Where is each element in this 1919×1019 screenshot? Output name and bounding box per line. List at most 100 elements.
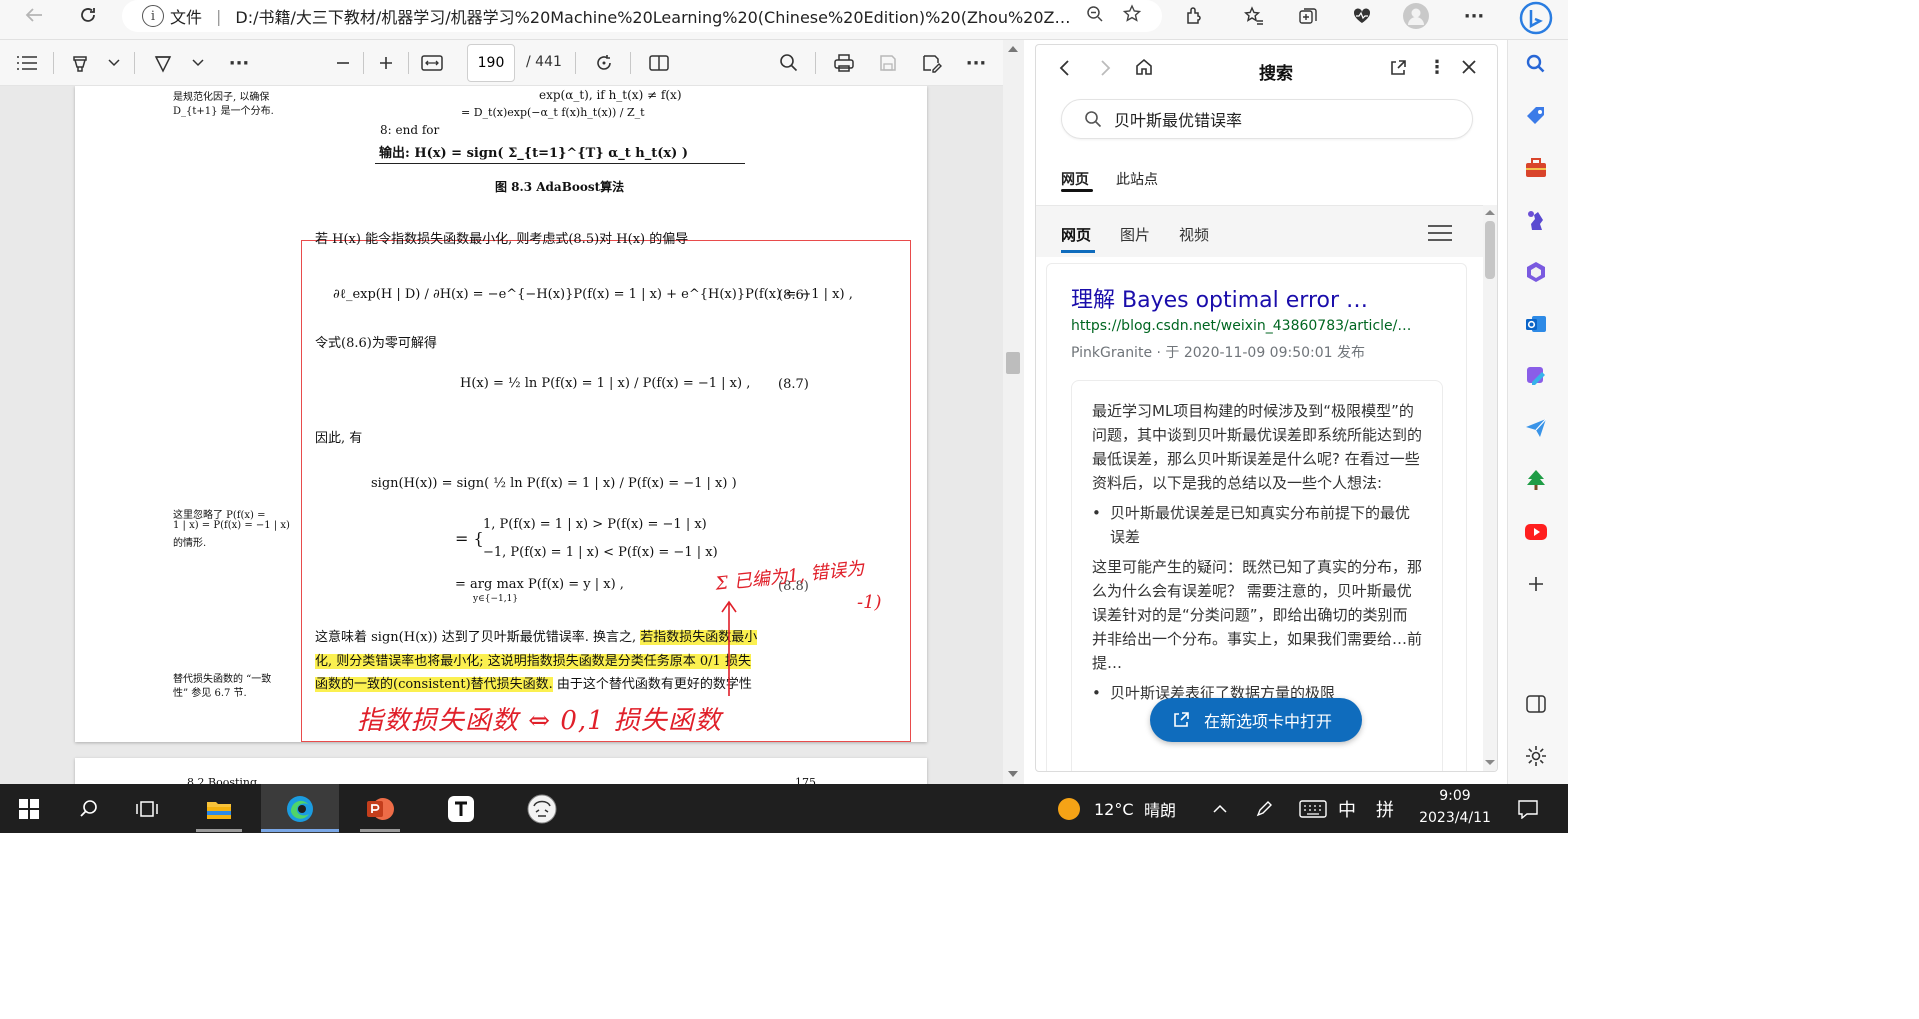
touch-keyboard-icon[interactable] bbox=[1296, 792, 1330, 826]
typora-icon[interactable] bbox=[442, 792, 480, 826]
ink-annotation[interactable]: 指数损失函数 ⇔ 0,1 损失函数 bbox=[357, 700, 722, 737]
powerpoint-icon[interactable] bbox=[360, 792, 400, 826]
tab-active-underline bbox=[1061, 250, 1095, 253]
favorite-add-icon[interactable] bbox=[1122, 4, 1142, 28]
highlighted-text[interactable]: 若指数损失函数最小 bbox=[640, 630, 758, 645]
panel-back-icon[interactable] bbox=[1058, 59, 1072, 81]
save-disabled-icon[interactable] bbox=[874, 50, 902, 76]
zoom-out-minus-icon[interactable] bbox=[330, 50, 356, 76]
search-input[interactable]: 贝叶斯最优错误率 bbox=[1061, 99, 1473, 139]
file-explorer-icon[interactable] bbox=[196, 792, 242, 826]
panel-close-icon[interactable] bbox=[1460, 58, 1478, 80]
find-search-icon[interactable] bbox=[776, 50, 802, 76]
fit-to-page-icon[interactable] bbox=[418, 50, 446, 76]
sidebar-designer-icon[interactable] bbox=[1522, 362, 1550, 390]
sidebar-youtube-icon[interactable] bbox=[1522, 518, 1550, 546]
sidebar-games-icon[interactable] bbox=[1522, 206, 1550, 234]
rotate-icon[interactable] bbox=[591, 50, 617, 76]
profile-avatar-icon[interactable] bbox=[1402, 3, 1430, 29]
tab-web[interactable]: 网页 bbox=[1061, 224, 1091, 245]
ink-arrow-icon[interactable] bbox=[719, 598, 739, 698]
sidebar-toggle-layout-icon[interactable] bbox=[1522, 690, 1550, 718]
favorites-icon[interactable] bbox=[1240, 4, 1268, 28]
bing-chat-icon[interactable] bbox=[1516, 0, 1556, 36]
panel-home-icon[interactable] bbox=[1134, 57, 1154, 81]
scroll-up-arrow-icon[interactable] bbox=[1485, 209, 1495, 216]
address-divider: | bbox=[216, 6, 222, 26]
pdf-viewport[interactable]: 是规范化因子, 以确保 D_{t+1} 是一个分布. exp(α_t), if … bbox=[0, 86, 1003, 784]
highlighted-text[interactable]: 化, 则分类错误率也将最小化; 这说明指数损失函数是分类任务原本 0/1 损失 bbox=[315, 654, 751, 669]
extensions-icon[interactable] bbox=[1180, 4, 1208, 28]
draw-dropdown-chevron-icon[interactable] bbox=[188, 50, 208, 76]
address-bar[interactable]: i 文件 | D:/书籍/大三下教材/机器学习/机器学习%20Machine%2… bbox=[122, 0, 1162, 32]
zoom-out-icon[interactable] bbox=[1086, 5, 1104, 27]
more-tools-icon[interactable]: ··· bbox=[226, 50, 252, 76]
url-text[interactable]: D:/书籍/大三下教材/机器学习/机器学习%20Machine%20Learni… bbox=[235, 4, 1076, 28]
pen-tray-icon[interactable] bbox=[1252, 792, 1276, 826]
taskbar-search-icon[interactable] bbox=[74, 792, 104, 826]
equation-8-6: ∂ℓ_exp(H | D) / ∂H(x) = −e^{−H(x)}P(f(x)… bbox=[333, 287, 853, 302]
contents-list-icon[interactable] bbox=[14, 50, 40, 76]
app-avatar-icon[interactable] bbox=[522, 792, 562, 826]
open-in-new-tab-button[interactable]: 在新选项卡中打开 bbox=[1150, 698, 1362, 742]
page-view-icon[interactable] bbox=[645, 50, 673, 76]
sidebar-send-icon[interactable] bbox=[1522, 414, 1550, 442]
panel-more-icon[interactable]: ⋮ bbox=[1428, 57, 1446, 78]
scrollbar-thumb[interactable] bbox=[1485, 221, 1495, 279]
ink-annotation[interactable]: -1) bbox=[857, 592, 882, 613]
scroll-down-arrow-icon[interactable] bbox=[1485, 759, 1495, 766]
refresh-icon[interactable] bbox=[68, 0, 108, 30]
scroll-up-arrow-icon[interactable] bbox=[1008, 45, 1018, 53]
tray-chevron-up-icon[interactable] bbox=[1208, 792, 1232, 826]
page-number-input[interactable]: 190 bbox=[467, 44, 515, 82]
weather-sun-icon[interactable] bbox=[1055, 792, 1083, 826]
edge-browser-icon[interactable] bbox=[280, 792, 320, 826]
clock-time[interactable]: 9:09 bbox=[1414, 788, 1496, 804]
save-as-icon[interactable] bbox=[918, 50, 946, 76]
result-title-link[interactable]: 理解 Bayes optimal error … bbox=[1071, 282, 1368, 314]
sidebar-add-icon[interactable] bbox=[1522, 570, 1550, 598]
panel-scrollbar[interactable] bbox=[1483, 205, 1497, 771]
scope-tab-web[interactable]: 网页 bbox=[1061, 169, 1089, 189]
sidebar-shopping-tag-icon[interactable] bbox=[1522, 102, 1550, 130]
back-arrow-icon[interactable] bbox=[14, 0, 54, 30]
equation-subscript: y∈{−1,1} bbox=[473, 594, 519, 604]
tab-images[interactable]: 图片 bbox=[1120, 224, 1150, 245]
pdf-scrollbar[interactable] bbox=[1003, 40, 1024, 784]
health-heart-icon[interactable] bbox=[1348, 4, 1376, 28]
search-result-card[interactable]: 理解 Bayes optimal error … https://blog.cs… bbox=[1046, 263, 1467, 771]
panel-forward-icon[interactable] bbox=[1098, 59, 1112, 81]
tab-videos[interactable]: 视频 bbox=[1179, 224, 1209, 245]
sidebar-settings-gear-icon[interactable] bbox=[1522, 742, 1550, 770]
highlight-icon[interactable] bbox=[66, 50, 94, 76]
notification-center-icon[interactable] bbox=[1514, 792, 1542, 826]
zoom-in-plus-icon[interactable] bbox=[373, 50, 399, 76]
clock-date[interactable]: 2023/4/11 bbox=[1410, 810, 1500, 826]
toolbar-divider bbox=[408, 52, 409, 74]
hamburger-menu-icon[interactable] bbox=[1428, 224, 1452, 246]
result-url[interactable]: https://blog.csdn.net/weixin_43860783/ar… bbox=[1071, 318, 1451, 334]
sidebar-tree-icon[interactable] bbox=[1522, 466, 1550, 494]
sidebar-outlook-icon[interactable] bbox=[1522, 310, 1550, 338]
highlighted-text[interactable]: 函数的一致的(consistent)替代损失函数. bbox=[315, 677, 553, 692]
ime-language-indicator[interactable]: 中 bbox=[1338, 792, 1356, 826]
weather-temperature[interactable]: 12°C bbox=[1094, 792, 1134, 826]
ime-mode-indicator[interactable]: 拼 bbox=[1376, 792, 1394, 826]
sidebar-office-icon[interactable] bbox=[1522, 258, 1550, 286]
sidebar-tools-briefcase-icon[interactable] bbox=[1522, 154, 1550, 182]
open-external-icon[interactable] bbox=[1388, 58, 1408, 82]
collections-icon[interactable] bbox=[1294, 4, 1322, 28]
sidebar-search-icon[interactable] bbox=[1522, 50, 1550, 78]
scroll-down-arrow-icon[interactable] bbox=[1008, 770, 1018, 778]
info-icon[interactable]: i bbox=[142, 5, 164, 27]
draw-pen-icon[interactable] bbox=[150, 50, 176, 76]
windows-start-icon[interactable] bbox=[14, 792, 44, 826]
more-menu-icon[interactable]: ··· bbox=[1460, 4, 1488, 28]
scrollbar-thumb[interactable] bbox=[1006, 352, 1020, 374]
task-view-icon[interactable] bbox=[132, 792, 162, 826]
pdf-more-options-icon[interactable]: ··· bbox=[962, 50, 990, 76]
print-icon[interactable] bbox=[830, 50, 858, 76]
scope-tab-site[interactable]: 此站点 bbox=[1116, 169, 1158, 189]
weather-description[interactable]: 晴朗 bbox=[1144, 792, 1176, 826]
highlight-dropdown-chevron-icon[interactable] bbox=[104, 50, 124, 76]
